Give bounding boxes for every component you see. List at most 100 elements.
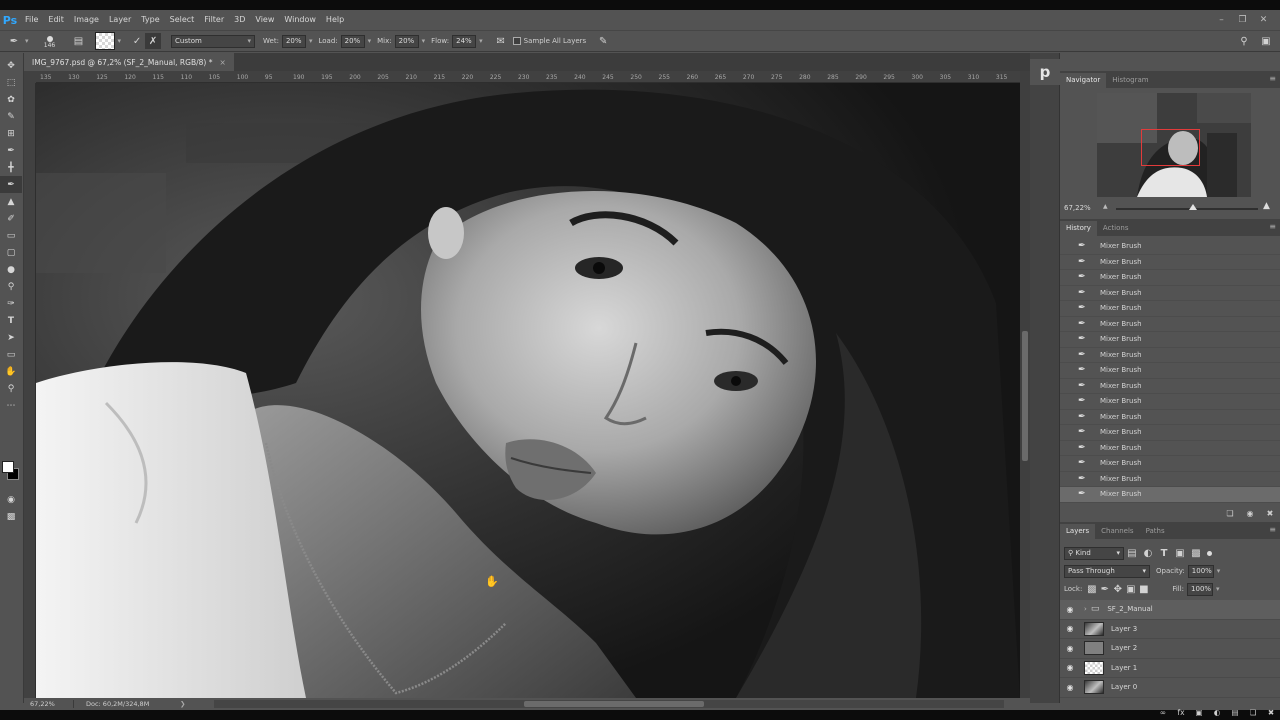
link-layers-icon[interactable]: ∞ [1154, 708, 1172, 717]
flow-dropdown-icon[interactable]: ▾ [479, 37, 483, 45]
history-state[interactable]: ✒ Mixer Brush [1060, 301, 1280, 317]
history-state[interactable]: ✒ Mixer Brush [1060, 363, 1280, 379]
snapshot-camera-icon[interactable]: ◉ [1240, 509, 1260, 518]
history-brush-tool-icon[interactable]: ✐ [0, 210, 22, 227]
search-icon[interactable]: ⚲ [1236, 33, 1252, 49]
menu-help[interactable]: Help [321, 10, 349, 30]
layer-style-fx-icon[interactable]: fx [1172, 708, 1190, 717]
adjustment-layer-icon[interactable]: ◐ [1208, 708, 1226, 717]
layer-kind-select[interactable]: ⚲ Kind ▾ [1064, 546, 1124, 560]
new-group-icon[interactable]: ▤ [1226, 708, 1244, 717]
pressure-size-icon[interactable]: ✎ [595, 33, 611, 49]
history-state[interactable]: ✒ Mixer Brush [1060, 487, 1280, 503]
layer-row[interactable]: ◉ Layer 3 [1060, 620, 1280, 639]
type-tool-icon[interactable]: T [0, 312, 22, 329]
history-state[interactable]: ✒ Mixer Brush [1060, 472, 1280, 487]
fill-field[interactable]: 100% [1187, 582, 1214, 596]
path-selection-tool-icon[interactable]: ➤ [0, 329, 22, 346]
clone-stamp-tool-icon[interactable]: ▲ [0, 193, 22, 210]
navigator-preview[interactable] [1097, 93, 1251, 197]
history-state[interactable]: ✒ Mixer Brush [1060, 441, 1280, 456]
brush-picker[interactable]: 146 [39, 34, 61, 49]
blur-tool-icon[interactable]: ● [0, 261, 22, 278]
move-tool-icon[interactable]: ✥ [0, 57, 22, 74]
screen-mode-icon[interactable]: ▩ [0, 508, 22, 525]
zoom-level[interactable]: 67,22% [24, 700, 74, 708]
history-state[interactable]: ✒ Mixer Brush [1060, 239, 1280, 255]
rectangle-tool-icon[interactable]: ▭ [0, 346, 22, 363]
history-state[interactable]: ✒ Mixer Brush [1060, 286, 1280, 301]
history-state[interactable]: ✒ Mixer Brush [1060, 410, 1280, 425]
tab-actions[interactable]: Actions [1097, 221, 1135, 236]
blend-mode-select[interactable]: Pass Through ▾ [1064, 564, 1150, 578]
vertical-scrollbar[interactable] [1020, 71, 1030, 698]
navigator-view-box[interactable] [1141, 129, 1200, 166]
layer-group-row[interactable]: ◉ › ▭ SF_2_Manual [1060, 600, 1280, 620]
history-state[interactable]: ✒ Mixer Brush [1060, 317, 1280, 332]
more-tools-icon[interactable]: ⋯ [0, 397, 22, 414]
horizontal-ruler[interactable]: 135 130 125 120 115 110 105 100 95 190 195 200 205 21… [36, 71, 1020, 83]
mixer-brush-tool-icon[interactable]: ✒ [6, 33, 22, 49]
foreground-color-swatch[interactable] [2, 461, 14, 473]
menu-type[interactable]: Type [136, 10, 164, 30]
load-brush-icon[interactable]: ✓ [129, 33, 145, 49]
load-field[interactable]: 20% [340, 34, 365, 48]
history-state[interactable]: ✒ Mixer Brush [1060, 270, 1280, 286]
mix-preset-select[interactable]: Custom ▾ [171, 34, 256, 48]
gradient-tool-icon[interactable]: ▢ [0, 244, 22, 261]
opacity-field[interactable]: 100% [1187, 564, 1214, 578]
menu-file[interactable]: File [20, 10, 43, 30]
layer-row[interactable]: ◉ Layer 0 [1060, 678, 1280, 698]
restore-icon[interactable]: ❐ [1232, 15, 1253, 25]
visibility-eye-icon[interactable]: ◉ [1060, 683, 1080, 692]
tab-histogram[interactable]: Histogram [1106, 73, 1154, 88]
visibility-eye-icon[interactable]: ◉ [1060, 644, 1080, 653]
visibility-eye-icon[interactable]: ◉ [1060, 663, 1080, 672]
horizontal-scroll-thumb[interactable] [524, 701, 704, 707]
opacity-dropdown-icon[interactable]: ▾ [1217, 567, 1221, 575]
lock-position-icon[interactable]: ✥ [1111, 581, 1124, 597]
close-icon[interactable]: ✕ [1253, 15, 1274, 25]
close-document-icon[interactable]: × [219, 58, 225, 67]
lasso-tool-icon[interactable]: ✿ [0, 91, 22, 108]
vertical-scroll-thumb[interactable] [1022, 331, 1028, 461]
paragraph-panel-button[interactable]: p [1030, 59, 1060, 85]
menu-3d[interactable]: 3D [229, 10, 250, 30]
sample-all-layers-checkbox[interactable] [512, 37, 521, 45]
status-menu-arrow-icon[interactable]: ❯ [180, 700, 185, 708]
layer-name[interactable]: Layer 3 [1111, 625, 1137, 633]
doc-size[interactable]: Doc: 60,2M/324,8M [74, 700, 174, 708]
layer-name[interactable]: Layer 0 [1111, 683, 1137, 691]
tab-history[interactable]: History [1060, 221, 1097, 236]
airbrush-icon[interactable]: ✉ [493, 33, 509, 49]
ruler-origin[interactable] [24, 71, 36, 83]
lock-transparent-icon[interactable]: ▩ [1085, 581, 1098, 597]
navigator-zoom[interactable]: 67,22% [1064, 204, 1091, 212]
brush-tool-icon[interactable]: ✒ [0, 176, 22, 193]
layer-name[interactable]: Layer 1 [1111, 664, 1137, 672]
trash-icon[interactable]: ✖ [1262, 708, 1280, 717]
zoom-slider-knob[interactable] [1189, 204, 1197, 210]
brush-panel-icon[interactable]: ▤ [71, 33, 87, 49]
filter-pixel-icon[interactable]: ▤ [1124, 545, 1140, 561]
vertical-ruler[interactable] [24, 83, 36, 703]
eraser-tool-icon[interactable]: ▭ [0, 227, 22, 244]
menu-view[interactable]: View [250, 10, 279, 30]
lock-artboard-icon[interactable]: ▣ [1124, 581, 1137, 597]
tab-navigator[interactable]: Navigator [1060, 73, 1107, 88]
add-mask-icon[interactable]: ▣ [1190, 708, 1208, 717]
workspace-icon[interactable]: ▣ [1258, 33, 1274, 49]
fill-dropdown-icon[interactable]: ▾ [1216, 585, 1220, 593]
hand-tool-icon[interactable]: ✋ [0, 363, 22, 380]
lock-image-icon[interactable]: ✒ [1098, 581, 1111, 597]
history-state[interactable]: ✒ Mixer Brush [1060, 255, 1280, 270]
layer-row[interactable]: ◉ Layer 1 [1060, 659, 1280, 678]
filter-shape-icon[interactable]: ▣ [1172, 545, 1188, 561]
visibility-eye-icon[interactable]: ◉ [1060, 624, 1080, 633]
history-state[interactable]: ✒ Mixer Brush [1060, 456, 1280, 472]
crop-tool-icon[interactable]: ⊞ [0, 125, 22, 142]
marquee-tool-icon[interactable]: ⬚ [0, 74, 22, 91]
quick-mask-icon[interactable]: ◉ [0, 491, 22, 508]
history-state[interactable]: ✒ Mixer Brush [1060, 425, 1280, 441]
new-layer-icon[interactable]: ❏ [1244, 708, 1262, 717]
